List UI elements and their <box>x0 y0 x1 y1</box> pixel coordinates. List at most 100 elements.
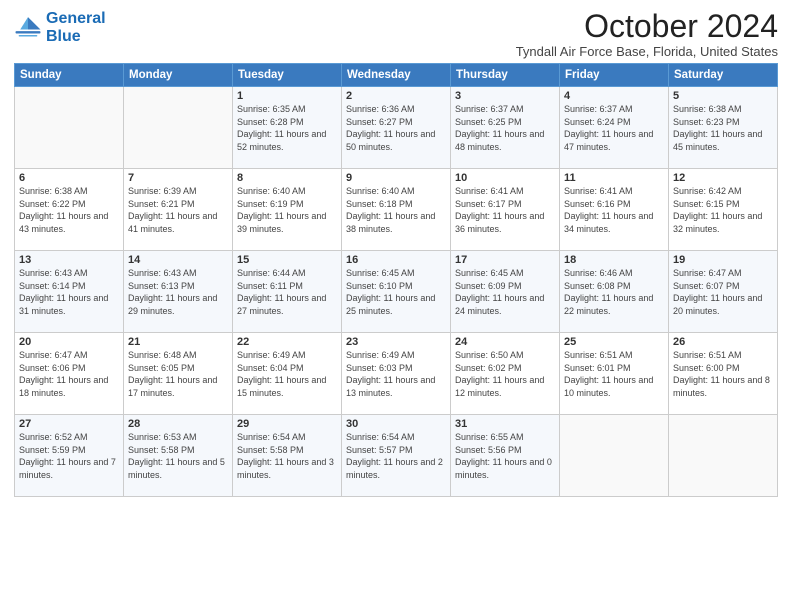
day-info: Sunrise: 6:43 AM Sunset: 6:14 PM Dayligh… <box>19 267 119 317</box>
col-friday: Friday <box>560 64 669 87</box>
col-saturday: Saturday <box>669 64 778 87</box>
day-info: Sunrise: 6:49 AM Sunset: 6:03 PM Dayligh… <box>346 349 446 399</box>
table-row: 6Sunrise: 6:38 AM Sunset: 6:22 PM Daylig… <box>15 169 124 251</box>
day-info: Sunrise: 6:41 AM Sunset: 6:16 PM Dayligh… <box>564 185 664 235</box>
day-info: Sunrise: 6:35 AM Sunset: 6:28 PM Dayligh… <box>237 103 337 153</box>
day-number: 27 <box>19 418 119 430</box>
day-number: 19 <box>673 254 773 266</box>
table-row: 4Sunrise: 6:37 AM Sunset: 6:24 PM Daylig… <box>560 87 669 169</box>
table-row: 19Sunrise: 6:47 AM Sunset: 6:07 PM Dayli… <box>669 251 778 333</box>
table-row: 18Sunrise: 6:46 AM Sunset: 6:08 PM Dayli… <box>560 251 669 333</box>
logo-line2: Blue <box>46 28 81 45</box>
day-number: 10 <box>455 172 555 184</box>
col-wednesday: Wednesday <box>342 64 451 87</box>
day-number: 16 <box>346 254 446 266</box>
calendar-week-row: 13Sunrise: 6:43 AM Sunset: 6:14 PM Dayli… <box>15 251 778 333</box>
day-info: Sunrise: 6:39 AM Sunset: 6:21 PM Dayligh… <box>128 185 228 235</box>
day-info: Sunrise: 6:47 AM Sunset: 6:07 PM Dayligh… <box>673 267 773 317</box>
day-info: Sunrise: 6:51 AM Sunset: 6:00 PM Dayligh… <box>673 349 773 399</box>
calendar-week-row: 20Sunrise: 6:47 AM Sunset: 6:06 PM Dayli… <box>15 333 778 415</box>
calendar: Sunday Monday Tuesday Wednesday Thursday… <box>14 63 778 497</box>
day-number: 4 <box>564 90 664 102</box>
day-info: Sunrise: 6:38 AM Sunset: 6:23 PM Dayligh… <box>673 103 773 153</box>
table-row: 24Sunrise: 6:50 AM Sunset: 6:02 PM Dayli… <box>451 333 560 415</box>
day-info: Sunrise: 6:50 AM Sunset: 6:02 PM Dayligh… <box>455 349 555 399</box>
table-row: 17Sunrise: 6:45 AM Sunset: 6:09 PM Dayli… <box>451 251 560 333</box>
day-number: 8 <box>237 172 337 184</box>
day-info: Sunrise: 6:40 AM Sunset: 6:18 PM Dayligh… <box>346 185 446 235</box>
table-row <box>560 415 669 497</box>
day-info: Sunrise: 6:48 AM Sunset: 6:05 PM Dayligh… <box>128 349 228 399</box>
col-thursday: Thursday <box>451 64 560 87</box>
calendar-week-row: 27Sunrise: 6:52 AM Sunset: 5:59 PM Dayli… <box>15 415 778 497</box>
logo-icon <box>14 14 42 42</box>
day-info: Sunrise: 6:54 AM Sunset: 5:58 PM Dayligh… <box>237 431 337 481</box>
table-row: 2Sunrise: 6:36 AM Sunset: 6:27 PM Daylig… <box>342 87 451 169</box>
day-number: 29 <box>237 418 337 430</box>
day-info: Sunrise: 6:52 AM Sunset: 5:59 PM Dayligh… <box>19 431 119 481</box>
day-number: 25 <box>564 336 664 348</box>
table-row: 8Sunrise: 6:40 AM Sunset: 6:19 PM Daylig… <box>233 169 342 251</box>
page: General Blue October 2024 Tyndall Air Fo… <box>0 0 792 612</box>
table-row <box>669 415 778 497</box>
table-row: 3Sunrise: 6:37 AM Sunset: 6:25 PM Daylig… <box>451 87 560 169</box>
day-info: Sunrise: 6:47 AM Sunset: 6:06 PM Dayligh… <box>19 349 119 399</box>
day-number: 5 <box>673 90 773 102</box>
table-row: 11Sunrise: 6:41 AM Sunset: 6:16 PM Dayli… <box>560 169 669 251</box>
day-number: 11 <box>564 172 664 184</box>
day-number: 23 <box>346 336 446 348</box>
col-monday: Monday <box>124 64 233 87</box>
calendar-header-row: Sunday Monday Tuesday Wednesday Thursday… <box>15 64 778 87</box>
table-row: 14Sunrise: 6:43 AM Sunset: 6:13 PM Dayli… <box>124 251 233 333</box>
day-number: 17 <box>455 254 555 266</box>
day-info: Sunrise: 6:51 AM Sunset: 6:01 PM Dayligh… <box>564 349 664 399</box>
col-tuesday: Tuesday <box>233 64 342 87</box>
month-title: October 2024 <box>516 10 778 42</box>
day-info: Sunrise: 6:41 AM Sunset: 6:17 PM Dayligh… <box>455 185 555 235</box>
day-number: 31 <box>455 418 555 430</box>
table-row: 31Sunrise: 6:55 AM Sunset: 5:56 PM Dayli… <box>451 415 560 497</box>
table-row: 12Sunrise: 6:42 AM Sunset: 6:15 PM Dayli… <box>669 169 778 251</box>
day-number: 30 <box>346 418 446 430</box>
table-row: 16Sunrise: 6:45 AM Sunset: 6:10 PM Dayli… <box>342 251 451 333</box>
day-info: Sunrise: 6:37 AM Sunset: 6:25 PM Dayligh… <box>455 103 555 153</box>
calendar-week-row: 6Sunrise: 6:38 AM Sunset: 6:22 PM Daylig… <box>15 169 778 251</box>
table-row: 30Sunrise: 6:54 AM Sunset: 5:57 PM Dayli… <box>342 415 451 497</box>
day-info: Sunrise: 6:44 AM Sunset: 6:11 PM Dayligh… <box>237 267 337 317</box>
logo: General Blue <box>14 10 106 45</box>
title-block: October 2024 Tyndall Air Force Base, Flo… <box>516 10 778 59</box>
logo-line1: General <box>46 10 106 27</box>
table-row: 26Sunrise: 6:51 AM Sunset: 6:00 PM Dayli… <box>669 333 778 415</box>
day-number: 13 <box>19 254 119 266</box>
day-info: Sunrise: 6:45 AM Sunset: 6:10 PM Dayligh… <box>346 267 446 317</box>
day-info: Sunrise: 6:38 AM Sunset: 6:22 PM Dayligh… <box>19 185 119 235</box>
table-row: 15Sunrise: 6:44 AM Sunset: 6:11 PM Dayli… <box>233 251 342 333</box>
day-info: Sunrise: 6:53 AM Sunset: 5:58 PM Dayligh… <box>128 431 228 481</box>
day-number: 1 <box>237 90 337 102</box>
day-number: 14 <box>128 254 228 266</box>
day-info: Sunrise: 6:36 AM Sunset: 6:27 PM Dayligh… <box>346 103 446 153</box>
day-number: 26 <box>673 336 773 348</box>
logo-text: General Blue <box>46 10 106 45</box>
table-row: 29Sunrise: 6:54 AM Sunset: 5:58 PM Dayli… <box>233 415 342 497</box>
day-info: Sunrise: 6:43 AM Sunset: 6:13 PM Dayligh… <box>128 267 228 317</box>
day-number: 2 <box>346 90 446 102</box>
table-row <box>15 87 124 169</box>
day-info: Sunrise: 6:46 AM Sunset: 6:08 PM Dayligh… <box>564 267 664 317</box>
day-info: Sunrise: 6:40 AM Sunset: 6:19 PM Dayligh… <box>237 185 337 235</box>
table-row: 22Sunrise: 6:49 AM Sunset: 6:04 PM Dayli… <box>233 333 342 415</box>
day-info: Sunrise: 6:45 AM Sunset: 6:09 PM Dayligh… <box>455 267 555 317</box>
day-number: 9 <box>346 172 446 184</box>
day-number: 20 <box>19 336 119 348</box>
day-number: 15 <box>237 254 337 266</box>
day-number: 12 <box>673 172 773 184</box>
day-number: 21 <box>128 336 228 348</box>
calendar-week-row: 1Sunrise: 6:35 AM Sunset: 6:28 PM Daylig… <box>15 87 778 169</box>
table-row: 28Sunrise: 6:53 AM Sunset: 5:58 PM Dayli… <box>124 415 233 497</box>
day-number: 22 <box>237 336 337 348</box>
day-info: Sunrise: 6:49 AM Sunset: 6:04 PM Dayligh… <box>237 349 337 399</box>
table-row: 25Sunrise: 6:51 AM Sunset: 6:01 PM Dayli… <box>560 333 669 415</box>
table-row: 10Sunrise: 6:41 AM Sunset: 6:17 PM Dayli… <box>451 169 560 251</box>
table-row: 27Sunrise: 6:52 AM Sunset: 5:59 PM Dayli… <box>15 415 124 497</box>
table-row: 21Sunrise: 6:48 AM Sunset: 6:05 PM Dayli… <box>124 333 233 415</box>
